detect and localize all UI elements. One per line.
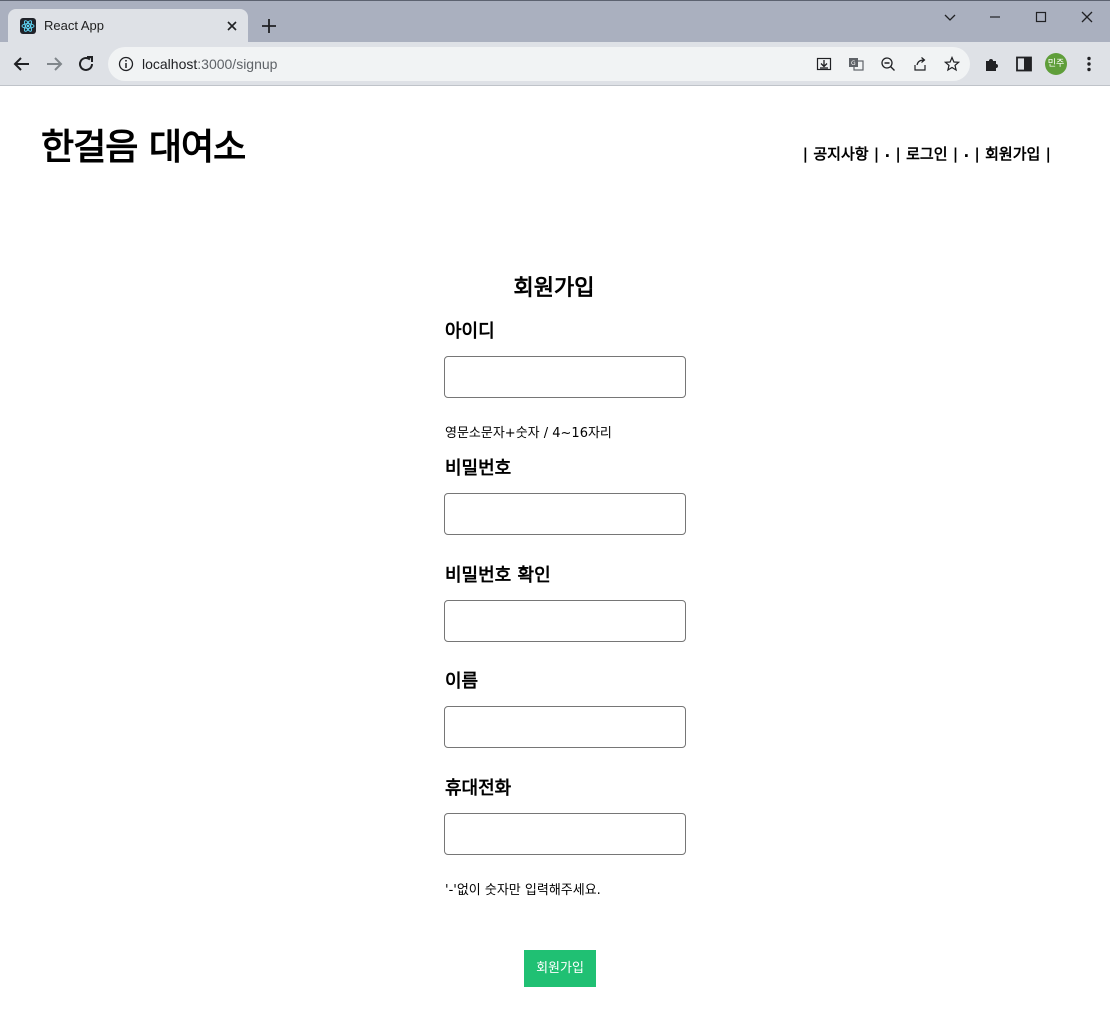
- zoom-out-icon[interactable]: [880, 56, 896, 72]
- password-label: 비밀번호: [445, 458, 512, 479]
- new-tab-icon[interactable]: [260, 17, 278, 35]
- address-bar[interactable]: localhost:3000/signup G: [108, 47, 970, 81]
- svg-text:G: G: [851, 60, 856, 67]
- site-logo[interactable]: 한걸음 대여소: [41, 118, 246, 170]
- password-confirm-label: 비밀번호 확인: [445, 565, 551, 586]
- back-arrow-icon[interactable]: [12, 54, 32, 74]
- forward-arrow-icon[interactable]: [44, 54, 64, 74]
- profile-avatar[interactable]: 민주: [1045, 53, 1067, 75]
- extensions-puzzle-icon[interactable]: [982, 54, 1002, 74]
- username-input[interactable]: [444, 356, 686, 398]
- password-input[interactable]: [444, 493, 686, 535]
- kebab-menu-icon[interactable]: [1079, 54, 1099, 74]
- bookmark-star-icon[interactable]: [943, 55, 961, 72]
- install-app-icon[interactable]: [816, 56, 832, 72]
- reload-icon[interactable]: [76, 54, 96, 74]
- react-favicon-icon: [20, 18, 36, 34]
- username-label: 아이디: [445, 321, 495, 342]
- close-window-icon[interactable]: [1079, 9, 1095, 25]
- tab-search-chevron-icon[interactable]: [942, 9, 958, 25]
- nav-separator: .: [879, 143, 896, 161]
- maximize-icon[interactable]: [1033, 9, 1049, 25]
- nav-signup-link[interactable]: | 회원가입 |: [974, 143, 1051, 164]
- browser-tab-bar: React App: [0, 0, 1110, 43]
- signup-title: 회원가입: [513, 276, 595, 301]
- nav-login-link[interactable]: | 로그인 |: [895, 143, 958, 164]
- tab-title: React App: [44, 18, 104, 33]
- share-icon[interactable]: [912, 56, 928, 72]
- password-confirm-input[interactable]: [444, 600, 686, 642]
- phone-input[interactable]: [444, 813, 686, 855]
- phone-hint: '-'없이 숫자만 입력해주세요.: [445, 883, 601, 898]
- tab-close-icon[interactable]: [224, 18, 240, 34]
- nav-notice-link[interactable]: | 공지사항 |: [803, 143, 880, 164]
- signup-submit-button[interactable]: 회원가입: [524, 950, 596, 987]
- translate-icon[interactable]: G: [848, 56, 864, 72]
- minimize-icon[interactable]: [987, 9, 1003, 25]
- url-text: localhost:3000/signup: [142, 56, 278, 72]
- side-panel-icon[interactable]: [1014, 54, 1034, 74]
- name-label: 이름: [445, 671, 479, 692]
- top-navigation: | 공지사항 | . | 로그인 | . | 회원가입 |: [803, 143, 1051, 164]
- site-info-icon[interactable]: [118, 56, 134, 72]
- browser-tab[interactable]: React App: [8, 9, 248, 43]
- browser-toolbar: localhost:3000/signup G 민주: [0, 42, 1110, 86]
- nav-separator: .: [958, 143, 975, 161]
- phone-label: 휴대전화: [445, 778, 512, 799]
- name-input[interactable]: [444, 706, 686, 748]
- username-hint: 영문소문자+숫자 / 4~16자리: [445, 426, 612, 441]
